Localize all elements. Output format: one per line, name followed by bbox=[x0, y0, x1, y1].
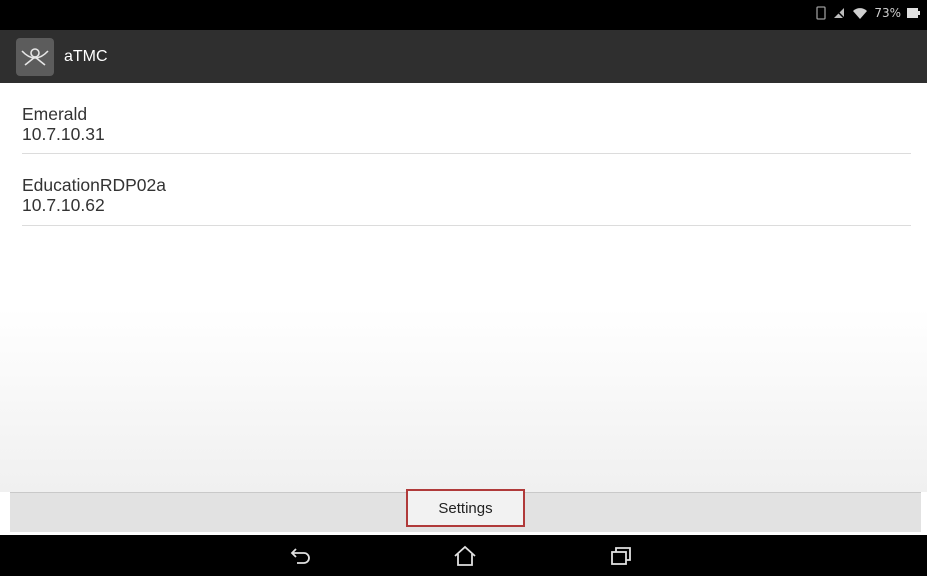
list-item[interactable]: Emerald 10.7.10.31 bbox=[0, 83, 927, 154]
wifi-icon bbox=[852, 6, 868, 20]
connection-name: EducationRDP02a bbox=[22, 175, 166, 195]
status-bar: 73% bbox=[0, 0, 927, 30]
battery-percent: 73% bbox=[874, 6, 901, 20]
connection-ip: 10.7.10.31 bbox=[22, 124, 105, 144]
connection-list: Emerald 10.7.10.31 EducationRDP02a 10.7.… bbox=[0, 83, 927, 254]
sim-icon bbox=[816, 6, 826, 20]
atmc-logo-icon[interactable] bbox=[16, 37, 54, 76]
recents-icon[interactable] bbox=[606, 542, 636, 570]
settings-button[interactable]: Settings bbox=[406, 489, 525, 527]
battery-icon bbox=[907, 7, 921, 19]
bottom-panel: Settings bbox=[10, 489, 921, 532]
back-icon[interactable] bbox=[286, 542, 316, 570]
list-item[interactable]: EducationRDP02a 10.7.10.62 bbox=[0, 154, 927, 254]
no-signal-icon bbox=[832, 6, 846, 20]
home-icon[interactable] bbox=[450, 542, 480, 570]
connection-ip: 10.7.10.62 bbox=[22, 195, 105, 215]
navigation-bar bbox=[0, 535, 927, 576]
connection-name: Emerald bbox=[22, 104, 88, 124]
divider bbox=[22, 225, 911, 226]
action-bar: aTMC bbox=[0, 30, 927, 83]
app-title: aTMC bbox=[64, 47, 108, 65]
status-icons: 73% bbox=[816, 6, 921, 20]
